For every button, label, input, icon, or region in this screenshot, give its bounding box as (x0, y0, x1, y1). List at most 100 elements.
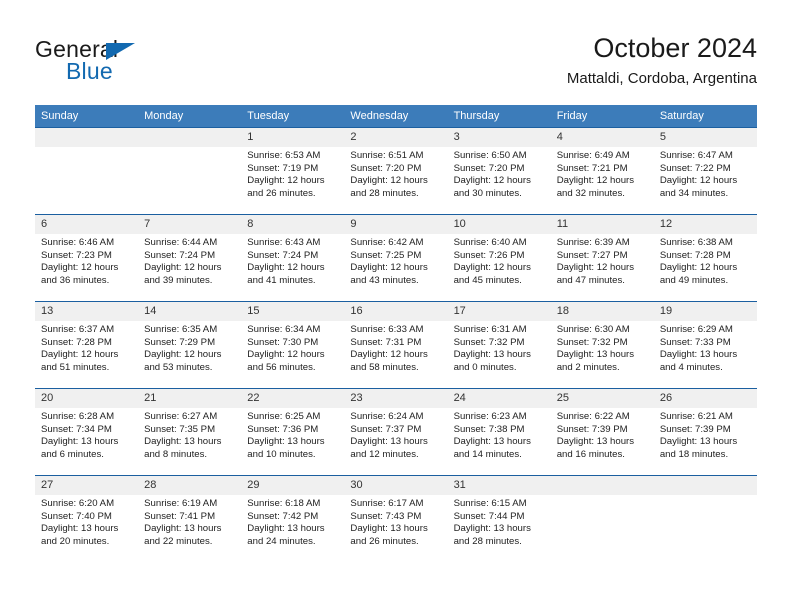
day-sun-info: Sunrise: 6:42 AM Sunset: 7:25 PM Daylight:… (344, 234, 447, 287)
daylight-duration-line1: Daylight: 13 hours (659, 349, 738, 361)
day-cell-inner: 26 Sunrise: 6:21 AM Sunset: 7:39 PM Dayligh… (653, 389, 757, 475)
calendar-day-cell[interactable]: 5 Sunrise: 6:47 AM Sunset: 7:22 PM Daylight… (653, 127, 757, 215)
day-number: 8 (241, 215, 345, 234)
day-sun-info: Sunrise: 6:51 AM Sunset: 7:20 PM Daylight:… (344, 147, 447, 200)
day-cell-inner: 19 Sunrise: 6:29 AM Sunset: 7:33 PM Dayligh… (653, 302, 757, 388)
calendar-day-cell[interactable]: 16 Sunrise: 6:33 AM Sunset: 7:31 PM Dayligh… (344, 301, 448, 389)
daylight-duration-line1: Daylight: 12 hours (247, 349, 325, 361)
sunrise-time: Sunrise: 6:47 AM (659, 150, 733, 161)
calendar-day-cell[interactable]: 2 Sunrise: 6:51 AM Sunset: 7:20 PM Daylight… (344, 127, 448, 215)
daylight-duration-line2: and 41 minutes. (247, 274, 316, 286)
calendar-day-cell[interactable]: 7 Sunrise: 6:44 AM Sunset: 7:24 PM Daylight… (138, 214, 242, 302)
calendar-day-cell[interactable]: 29 Sunrise: 6:18 AM Sunset: 7:42 PM Dayligh… (241, 475, 345, 562)
daylight-duration-line2: and 12 minutes. (350, 448, 419, 460)
calendar-day-cell[interactable]: 21 Sunrise: 6:27 AM Sunset: 7:35 PM Dayligh… (138, 388, 242, 476)
sunset-time: Sunset: 7:28 PM (659, 249, 731, 261)
calendar-day-cell[interactable]: 6 Sunrise: 6:46 AM Sunset: 7:23 PM Daylight… (35, 214, 139, 302)
calendar-day-cell[interactable]: 28 Sunrise: 6:19 AM Sunset: 7:41 PM Dayligh… (138, 475, 242, 562)
calendar-day-cell[interactable]: 13 Sunrise: 6:37 AM Sunset: 7:28 PM Dayligh… (35, 301, 139, 389)
day-cell-inner: 7 Sunrise: 6:44 AM Sunset: 7:24 PM Daylight… (138, 215, 242, 301)
calendar-day-cell[interactable]: 3 Sunrise: 6:50 AM Sunset: 7:20 PM Daylight… (447, 127, 551, 215)
day-cell-inner: 15 Sunrise: 6:34 AM Sunset: 7:30 PM Dayligh… (241, 302, 345, 388)
calendar-day-cell[interactable]: 20 Sunrise: 6:28 AM Sunset: 7:34 PM Dayligh… (35, 388, 139, 476)
day-sun-info (35, 147, 138, 150)
sunset-time: Sunset: 7:26 PM (453, 249, 525, 261)
daylight-duration-line1: Daylight: 12 hours (41, 262, 119, 274)
day-sun-info: Sunrise: 6:17 AM Sunset: 7:43 PM Daylight:… (344, 495, 447, 548)
calendar-day-cell[interactable]: 8 Sunrise: 6:43 AM Sunset: 7:24 PM Daylight… (241, 214, 345, 302)
sunrise-time: Sunrise: 6:17 AM (350, 498, 424, 509)
sunrise-time: Sunrise: 6:19 AM (144, 498, 218, 509)
day-number: 9 (344, 215, 448, 234)
daylight-duration-line1: Daylight: 12 hours (556, 262, 635, 274)
day-cell-inner: 2 Sunrise: 6:51 AM Sunset: 7:20 PM Daylight… (344, 128, 448, 214)
sunset-time: Sunset: 7:25 PM (350, 249, 422, 261)
day-sun-info: Sunrise: 6:23 AM Sunset: 7:38 PM Daylight:… (448, 408, 551, 461)
day-number: 24 (447, 389, 551, 408)
daylight-duration-line2: and 58 minutes. (350, 361, 419, 373)
sunrise-time: Sunrise: 6:29 AM (659, 324, 733, 335)
day-number: 11 (550, 215, 654, 234)
daylight-duration-line2: and 30 minutes. (453, 187, 522, 199)
sunset-time: Sunset: 7:32 PM (556, 336, 628, 348)
day-sun-info: Sunrise: 6:27 AM Sunset: 7:35 PM Daylight:… (138, 408, 241, 461)
sunrise-time: Sunrise: 6:25 AM (247, 411, 321, 422)
day-sun-info: Sunrise: 6:50 AM Sunset: 7:20 PM Daylight:… (448, 147, 551, 200)
sunrise-time: Sunrise: 6:24 AM (350, 411, 424, 422)
sunrise-time: Sunrise: 6:39 AM (556, 237, 630, 248)
day-number (550, 476, 654, 495)
calendar-day-cell[interactable]: 4 Sunrise: 6:49 AM Sunset: 7:21 PM Daylight… (550, 127, 654, 215)
calendar-day-cell[interactable]: 12 Sunrise: 6:38 AM Sunset: 7:28 PM Dayligh… (653, 214, 757, 302)
logo-text-blue: Blue (66, 58, 113, 84)
general-blue-logo[interactable]: General Blue (35, 36, 265, 92)
calendar-day-cell[interactable]: 31 Sunrise: 6:15 AM Sunset: 7:44 PM Dayligh… (447, 475, 551, 562)
calendar-day-cell[interactable]: 26 Sunrise: 6:21 AM Sunset: 7:39 PM Dayligh… (653, 388, 757, 476)
sunrise-time: Sunrise: 6:53 AM (247, 150, 321, 161)
day-cell-inner: 11 Sunrise: 6:39 AM Sunset: 7:27 PM Dayligh… (550, 215, 654, 301)
day-number: 14 (138, 302, 242, 321)
calendar-day-cell[interactable]: 23 Sunrise: 6:24 AM Sunset: 7:37 PM Dayligh… (344, 388, 448, 476)
calendar-day-cell[interactable]: 14 Sunrise: 6:35 AM Sunset: 7:29 PM Dayligh… (138, 301, 242, 389)
daylight-duration-line2: and 26 minutes. (350, 535, 419, 547)
day-cell-inner: 20 Sunrise: 6:28 AM Sunset: 7:34 PM Dayligh… (35, 389, 139, 475)
sunset-time: Sunset: 7:23 PM (41, 249, 112, 261)
calendar-day-cell[interactable]: 24 Sunrise: 6:23 AM Sunset: 7:38 PM Dayligh… (447, 388, 551, 476)
daylight-duration-line2: and 16 minutes. (556, 448, 625, 460)
calendar-day-cell[interactable]: 22 Sunrise: 6:25 AM Sunset: 7:36 PM Dayligh… (241, 388, 345, 476)
day-cell-inner: 25 Sunrise: 6:22 AM Sunset: 7:39 PM Dayligh… (550, 389, 654, 475)
daylight-duration-line2: and 53 minutes. (144, 361, 213, 373)
calendar-day-cell[interactable]: 25 Sunrise: 6:22 AM Sunset: 7:39 PM Dayligh… (550, 388, 654, 476)
day-cell-inner: 10 Sunrise: 6:40 AM Sunset: 7:26 PM Dayligh… (447, 215, 551, 301)
calendar-day-cell[interactable]: 27 Sunrise: 6:20 AM Sunset: 7:40 PM Dayligh… (35, 475, 139, 562)
calendar-day-cell[interactable]: 9 Sunrise: 6:42 AM Sunset: 7:25 PM Daylight… (344, 214, 448, 302)
calendar-day-cell[interactable]: 19 Sunrise: 6:29 AM Sunset: 7:33 PM Dayligh… (653, 301, 757, 389)
calendar-day-cell[interactable]: 1 Sunrise: 6:53 AM Sunset: 7:19 PM Daylight… (241, 127, 345, 215)
weekday-header-sunday: Sunday (35, 105, 139, 128)
page-header: General Blue October 2024 Mattaldi, Cord… (35, 32, 757, 94)
calendar-day-cell[interactable]: 11 Sunrise: 6:39 AM Sunset: 7:27 PM Dayligh… (550, 214, 654, 302)
daylight-duration-line2: and 28 minutes. (453, 535, 522, 547)
day-number: 20 (35, 389, 139, 408)
sunrise-time: Sunrise: 6:35 AM (144, 324, 218, 335)
sunset-time: Sunset: 7:34 PM (41, 423, 112, 435)
daylight-duration-line1: Daylight: 13 hours (453, 523, 531, 535)
day-sun-info: Sunrise: 6:53 AM Sunset: 7:19 PM Daylight:… (241, 147, 344, 200)
calendar-week-row: 1 Sunrise: 6:53 AM Sunset: 7:19 PM Daylight… (35, 127, 757, 215)
daylight-duration-line1: Daylight: 13 hours (41, 523, 119, 535)
day-sun-info: Sunrise: 6:43 AM Sunset: 7:24 PM Daylight:… (241, 234, 344, 287)
weekday-header-friday: Friday (550, 105, 654, 128)
day-number: 21 (138, 389, 242, 408)
calendar-day-cell[interactable]: 18 Sunrise: 6:30 AM Sunset: 7:32 PM Dayligh… (550, 301, 654, 389)
day-number: 10 (447, 215, 551, 234)
calendar-day-cell[interactable]: 30 Sunrise: 6:17 AM Sunset: 7:43 PM Dayligh… (344, 475, 448, 562)
calendar-day-cell[interactable]: 15 Sunrise: 6:34 AM Sunset: 7:30 PM Dayligh… (241, 301, 345, 389)
calendar-day-cell[interactable]: 17 Sunrise: 6:31 AM Sunset: 7:32 PM Dayligh… (447, 301, 551, 389)
daylight-duration-line2: and 22 minutes. (144, 535, 213, 547)
daylight-duration-line2: and 49 minutes. (659, 274, 729, 286)
day-sun-info: Sunrise: 6:40 AM Sunset: 7:26 PM Daylight:… (448, 234, 551, 287)
calendar-week-row: 20 Sunrise: 6:28 AM Sunset: 7:34 PM Dayligh… (35, 388, 757, 476)
calendar-day-cell[interactable]: 10 Sunrise: 6:40 AM Sunset: 7:26 PM Dayligh… (447, 214, 551, 302)
day-sun-info: Sunrise: 6:35 AM Sunset: 7:29 PM Daylight:… (138, 321, 241, 374)
daylight-duration-line1: Daylight: 13 hours (556, 349, 635, 361)
day-number (653, 476, 757, 495)
